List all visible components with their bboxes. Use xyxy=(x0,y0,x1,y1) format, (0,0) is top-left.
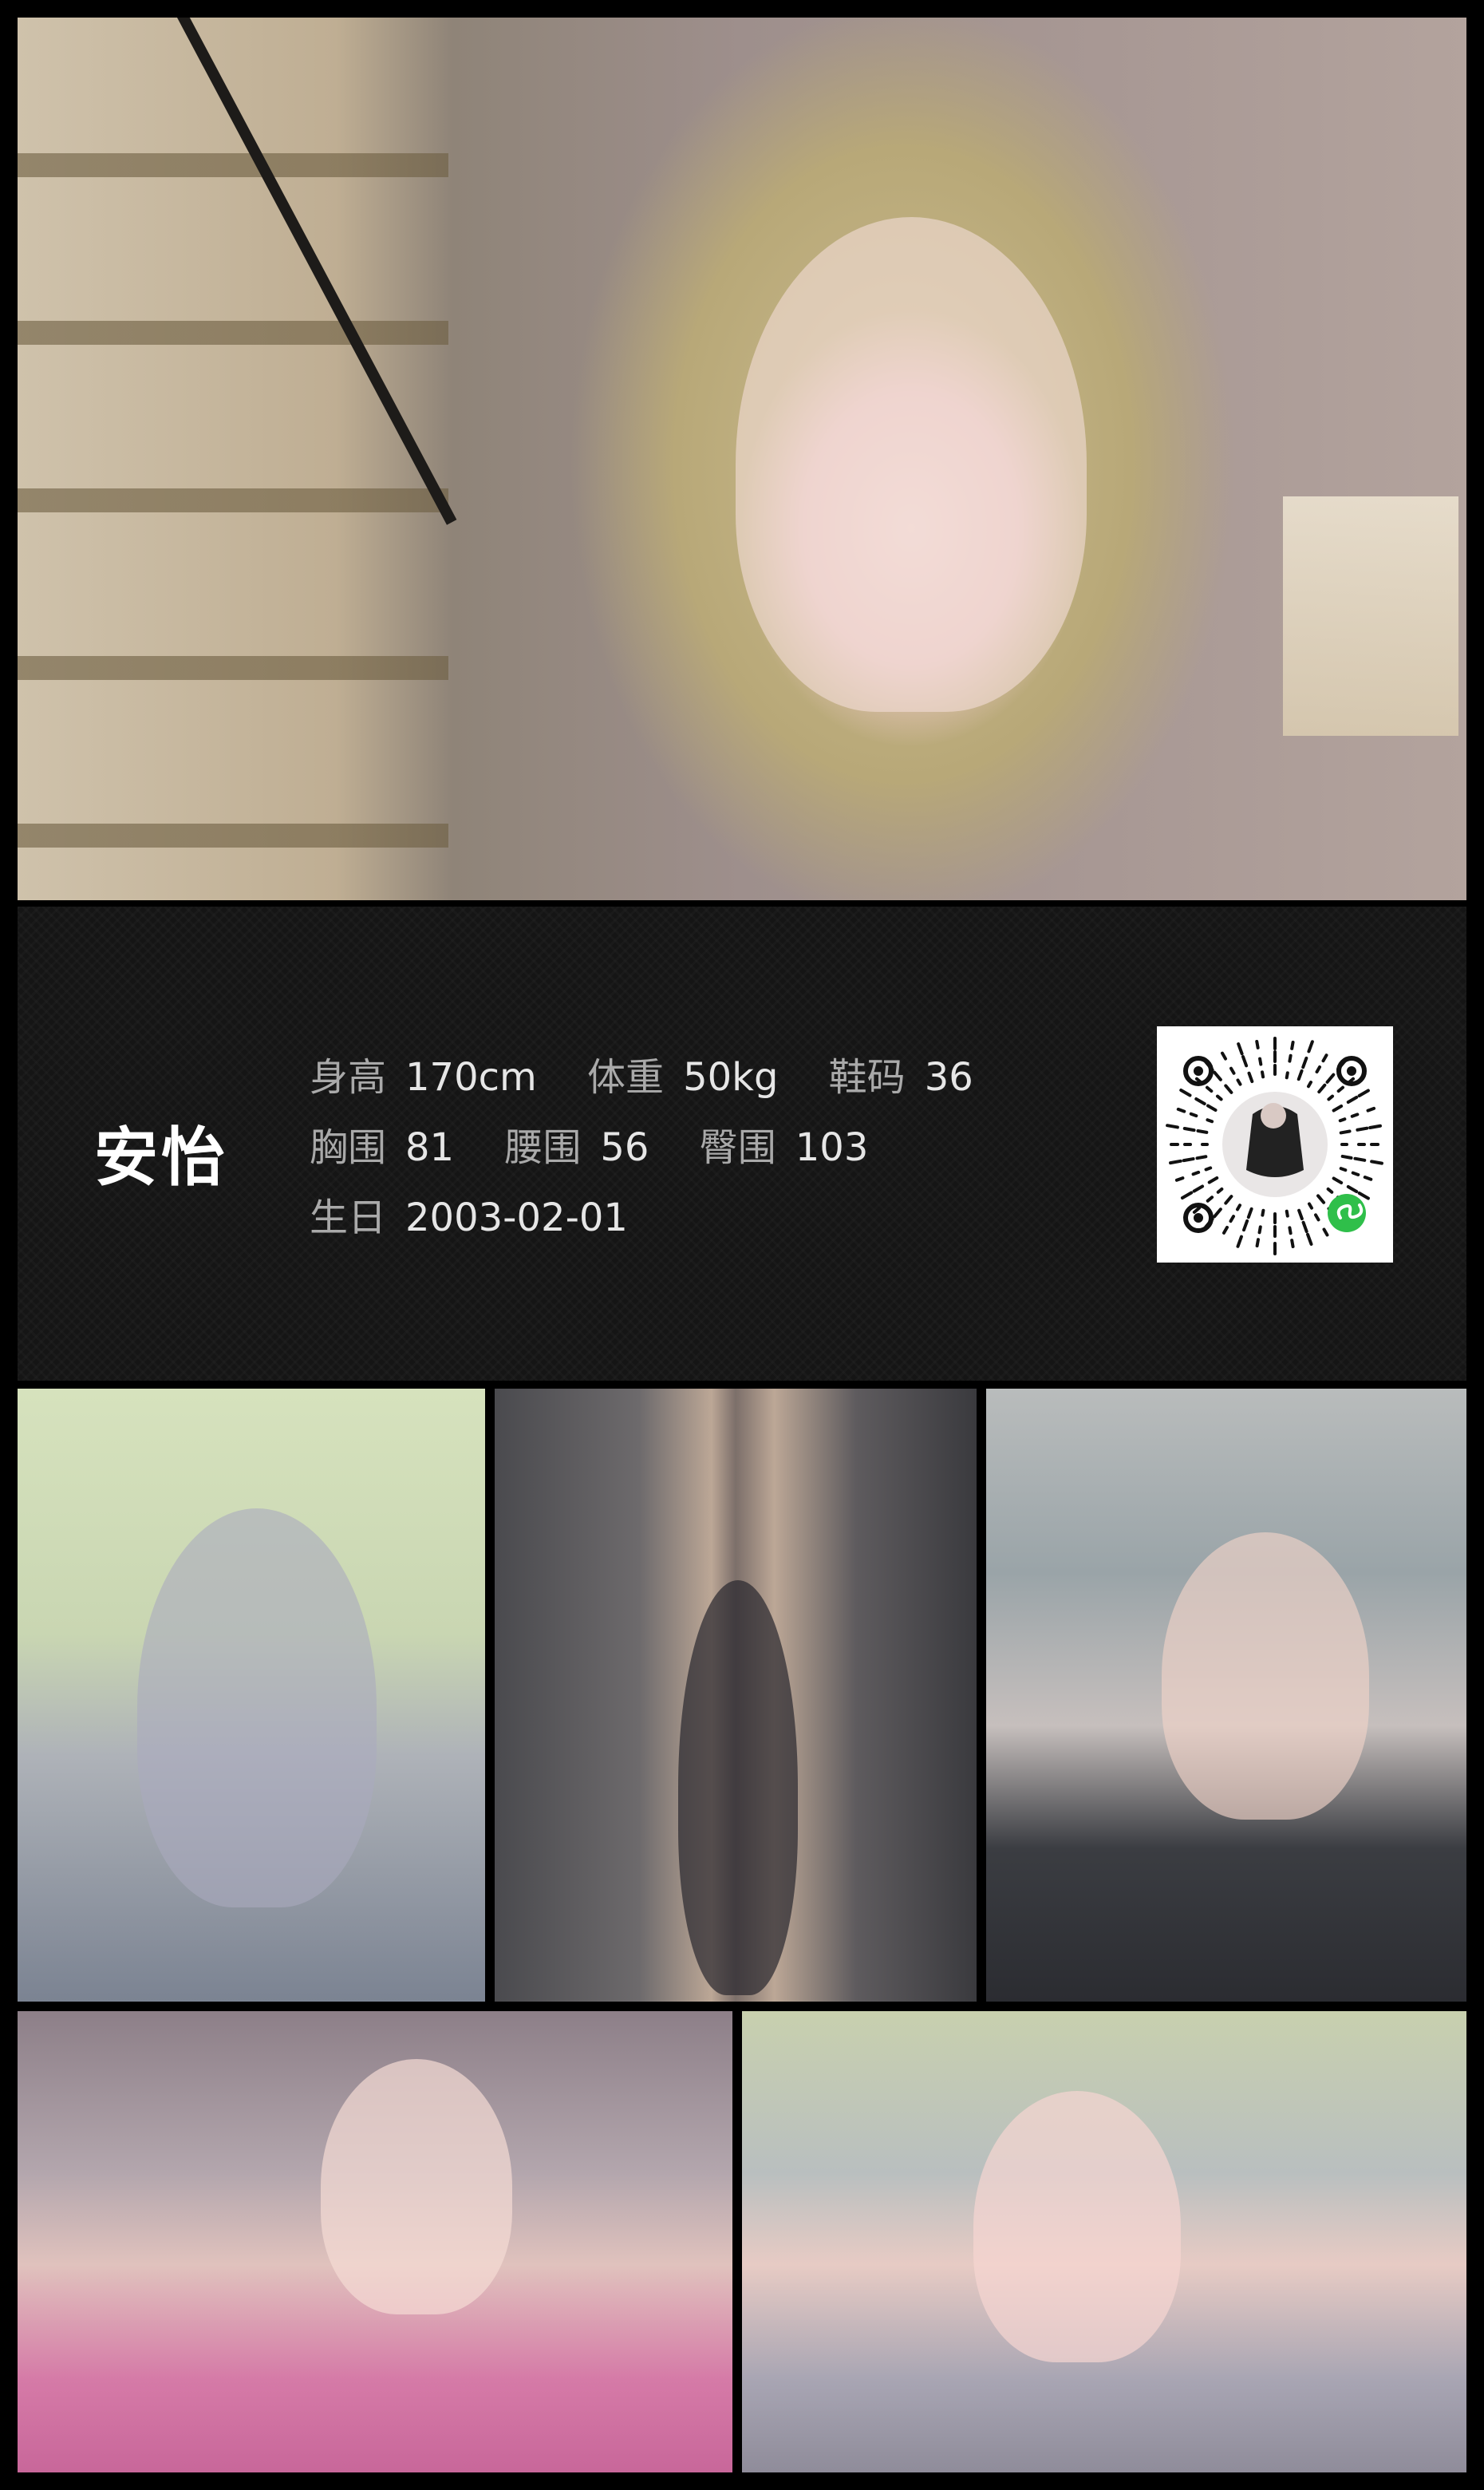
qr-code-dash xyxy=(1363,1176,1373,1181)
qr-code-dash xyxy=(1206,1118,1214,1124)
qr-code-dash xyxy=(1340,1154,1353,1160)
stat-label: 生日 xyxy=(310,1196,387,1240)
qr-code-dash xyxy=(1285,1209,1289,1218)
stats-row-3: 生日 2003-02-01 xyxy=(310,1186,666,1242)
qr-code-dash xyxy=(1353,1156,1367,1162)
qr-code-dash xyxy=(1236,1204,1241,1211)
stat-value: 36 xyxy=(924,1055,973,1100)
stat-value: 170cm xyxy=(405,1055,537,1100)
qr-code-dash xyxy=(1236,1078,1242,1086)
qr-code-dash xyxy=(1370,1160,1383,1165)
qr-code-dash xyxy=(1290,1040,1295,1050)
qr-code-dash xyxy=(1368,1124,1382,1129)
qr-code-dash xyxy=(1356,1126,1369,1132)
stat-value: 103 xyxy=(795,1125,869,1170)
qr-code-dash xyxy=(1255,1238,1260,1248)
stat-label: 腰围 xyxy=(504,1125,582,1170)
qr-code-dash xyxy=(1261,1070,1265,1079)
face-area xyxy=(1162,1532,1369,1820)
stat-label: 鞋码 xyxy=(828,1055,906,1100)
mini-program-qr-code[interactable] xyxy=(1157,1026,1393,1263)
qr-code-dash xyxy=(1258,1057,1263,1066)
qr-code-dash xyxy=(1257,1225,1262,1235)
qr-code-dash xyxy=(1182,1127,1196,1132)
face-area xyxy=(321,2059,512,2314)
stat-value: 2003-02-01 xyxy=(405,1196,628,1240)
stat-label: 胸围 xyxy=(310,1125,387,1170)
hero-photo xyxy=(18,18,1466,900)
gallery-photo-3[interactable] xyxy=(986,1389,1466,2002)
figure-area xyxy=(678,1580,798,1995)
profile-info-panel: 安怡 身高 170cm 体重 50kg 鞋码 36 胸围 81 腰围 56 臀围 103 生… xyxy=(18,907,1466,1381)
qr-code-dash xyxy=(1351,1171,1360,1176)
stat-value: 81 xyxy=(405,1125,455,1170)
stats-row-2: 胸围 81 腰围 56 臀围 103 xyxy=(310,1116,906,1172)
qr-code-dash xyxy=(1189,1112,1198,1118)
face-area xyxy=(973,2091,1181,2362)
qr-code-dash xyxy=(1204,1166,1213,1172)
stat-label: 体重 xyxy=(587,1055,665,1100)
stats-row-1: 身高 170cm 体重 50kg 鞋码 36 xyxy=(310,1045,1012,1101)
qr-code-dash xyxy=(1261,1208,1265,1217)
stat-weight: 体重 50kg xyxy=(587,1045,778,1101)
qr-code-dash xyxy=(1339,1167,1348,1172)
qr-code-dash xyxy=(1366,1106,1376,1113)
gallery-photo-4[interactable] xyxy=(18,2011,732,2472)
staircase-background xyxy=(18,18,448,900)
qr-code-dash xyxy=(1169,1159,1182,1165)
qr-code-dash xyxy=(1290,1239,1295,1249)
stat-label: 身高 xyxy=(310,1055,387,1100)
stat-height: 身高 170cm xyxy=(310,1045,537,1101)
gallery-photo-2[interactable] xyxy=(495,1389,977,2002)
gallery-photo-1[interactable] xyxy=(18,1389,485,2002)
stat-shoe-size: 鞋码 36 xyxy=(829,1045,973,1101)
stat-value: 50kg xyxy=(683,1055,779,1100)
stat-value: 56 xyxy=(600,1125,649,1170)
stat-label: 臀围 xyxy=(699,1125,776,1170)
qr-code-dash xyxy=(1288,1226,1293,1235)
qr-code-dash xyxy=(1338,1117,1347,1123)
qr-code-dash xyxy=(1307,1081,1312,1089)
qr-code-dash xyxy=(1350,1113,1360,1118)
qr-code-dash xyxy=(1174,1176,1185,1182)
stat-bust: 胸围 81 xyxy=(310,1116,454,1172)
qr-code-dash xyxy=(1285,1071,1289,1080)
qr-code-dash xyxy=(1191,1170,1201,1176)
qr-code-dash xyxy=(1166,1124,1179,1129)
boxes-background xyxy=(1283,496,1458,736)
figure-area xyxy=(137,1508,377,1907)
qr-code-dash xyxy=(1288,1053,1293,1063)
qr-code-dash xyxy=(1196,1128,1209,1134)
face-area xyxy=(736,217,1087,712)
qr-code-dash xyxy=(1339,1129,1352,1135)
gallery-photo-5[interactable] xyxy=(742,2011,1466,2472)
qr-code-dash xyxy=(1308,1202,1313,1210)
model-name: 安怡 xyxy=(94,1120,228,1195)
qr-code-icon xyxy=(1157,1026,1393,1263)
qr-code-dash xyxy=(1176,1107,1186,1113)
qr-code-dash xyxy=(1195,1155,1208,1160)
stat-hips: 臀围 103 xyxy=(700,1116,869,1172)
stat-birthday: 生日 2003-02-01 xyxy=(310,1186,628,1242)
stat-waist: 腰围 56 xyxy=(504,1116,649,1172)
qr-code-dash xyxy=(1182,1157,1195,1163)
